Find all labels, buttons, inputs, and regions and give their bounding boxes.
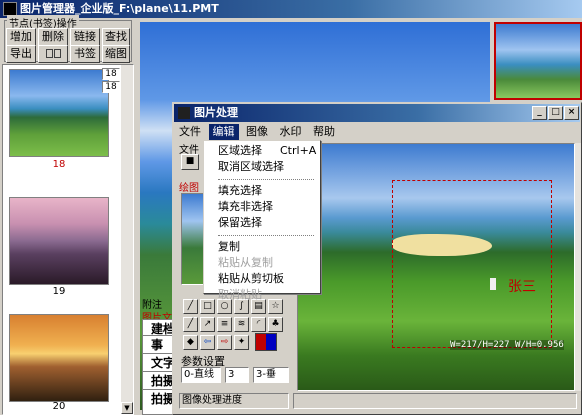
delete-button[interactable]: 删除 bbox=[38, 28, 68, 46]
thumbnail-18[interactable] bbox=[9, 69, 109, 157]
thumbnail-list[interactable]: 18 19 20 18 18 ▼ bbox=[2, 64, 134, 415]
menu-item-paste-copy: 粘贴从复制 bbox=[218, 256, 273, 269]
preview-image bbox=[494, 22, 582, 100]
shortcut: Ctrl+A bbox=[280, 144, 317, 157]
status-bar: 图像处理进度 bbox=[179, 393, 289, 409]
spin-value-2[interactable]: 18 bbox=[102, 81, 120, 93]
box-icon bbox=[53, 49, 61, 58]
wand-tool-icon[interactable]: ✦ bbox=[234, 335, 249, 350]
menu-item-paste-clipboard[interactable]: 粘贴从剪切板 bbox=[204, 271, 320, 287]
progress-bar bbox=[293, 393, 577, 409]
main-title: 图片管理器_企业版_F:\plane\11.PMT bbox=[20, 2, 219, 15]
arc-tool-icon[interactable]: ◜ bbox=[251, 317, 266, 332]
app-icon bbox=[3, 2, 17, 16]
arrow-tool-icon[interactable]: ↗ bbox=[200, 317, 215, 332]
coords-readout: W=217/H=227 W/H=0.956 bbox=[450, 340, 564, 350]
forward-arrow-icon[interactable]: ⇨ bbox=[217, 335, 232, 350]
color-palette[interactable] bbox=[255, 333, 277, 351]
thumbnail-caption: 18 bbox=[52, 159, 66, 170]
main-title-bar: 图片管理器_企业版_F:\plane\11.PMT bbox=[0, 0, 582, 18]
scroll-down-icon[interactable]: ▼ bbox=[121, 402, 133, 414]
thumbnail-19[interactable] bbox=[9, 197, 109, 285]
align-select[interactable]: 3-垂 bbox=[253, 367, 289, 383]
menu-item-select-area[interactable]: 区域选择 Ctrl+A bbox=[204, 143, 320, 159]
minimize-icon[interactable]: _ bbox=[532, 106, 547, 120]
fill-tool-icon[interactable]: ◆ bbox=[183, 335, 198, 350]
progress-label: 图像处理进度 bbox=[182, 395, 242, 406]
watermark-text: 张三 bbox=[508, 279, 536, 295]
dialog-title-bar: 图片处理 _ □ × bbox=[174, 104, 580, 122]
edit-menu: 区域选择 Ctrl+A 取消区域选择 填充选择 填充非选择 保留选择 复制 粘贴从… bbox=[203, 140, 321, 301]
back-arrow-icon[interactable]: ⇦ bbox=[200, 335, 215, 350]
menu-file[interactable]: 文件 bbox=[175, 124, 205, 140]
save-icon[interactable]: ■ bbox=[181, 154, 199, 170]
line-type-value: 0-直线 bbox=[184, 369, 214, 380]
menu-help[interactable]: 帮助 bbox=[309, 124, 339, 140]
note-tab[interactable]: 附注 bbox=[142, 296, 164, 311]
menu-image[interactable]: 图像 bbox=[242, 124, 272, 140]
menu-separator bbox=[204, 175, 320, 183]
dialog-title: 图片处理 bbox=[194, 106, 238, 119]
dialog-menubar: 文件 编辑 图像 水印 帮助 bbox=[175, 124, 339, 140]
align-value: 3-垂 bbox=[256, 369, 276, 380]
menu-separator bbox=[204, 231, 320, 239]
menu-item-cancel-paste: 取消粘贴 bbox=[218, 288, 262, 301]
width-select[interactable]: 3 bbox=[225, 367, 249, 383]
menu-watermark[interactable]: 水印 bbox=[276, 124, 306, 140]
stamp-tool-icon[interactable]: ♣ bbox=[268, 317, 283, 332]
image-canvas[interactable]: 张三 W=217/H=227 W/H=0.956 bbox=[297, 143, 575, 391]
draw-group-label: 绘图 bbox=[179, 183, 199, 194]
golfer-figure bbox=[490, 278, 496, 290]
menu-edit[interactable]: 编辑 bbox=[208, 124, 239, 140]
pen-tool-icon[interactable]: ╱ bbox=[183, 317, 198, 332]
brush-tool-icon[interactable]: ≋ bbox=[234, 317, 249, 332]
link-button[interactable]: 链接 bbox=[70, 28, 100, 46]
selection-box[interactable] bbox=[392, 180, 552, 348]
spin-value-1[interactable]: 18 bbox=[102, 68, 120, 80]
thumbnail-caption: 19 bbox=[52, 286, 66, 297]
toggle-button[interactable] bbox=[38, 45, 68, 63]
canvas-scrollbar[interactable] bbox=[575, 143, 581, 391]
thumbnail-scrollbar[interactable] bbox=[121, 65, 133, 414]
thumbnail-caption: 20 bbox=[52, 401, 66, 412]
line-tool-icon[interactable]: ╱ bbox=[183, 299, 198, 314]
find-button[interactable]: 查找 bbox=[102, 28, 130, 46]
close-icon[interactable]: × bbox=[564, 106, 579, 120]
line-type-select[interactable]: 0-直线 bbox=[181, 367, 221, 383]
menu-item-keep-select[interactable]: 保留选择 bbox=[204, 215, 320, 231]
hatch-tool-icon[interactable]: ≡ bbox=[217, 317, 232, 332]
thumbnail-20[interactable] bbox=[9, 314, 109, 402]
add-button[interactable]: 增加 bbox=[6, 28, 36, 46]
bookmark-button[interactable]: 书签 bbox=[70, 45, 100, 63]
menu-item-copy[interactable]: 复制 bbox=[204, 239, 320, 255]
menu-item-fill-select[interactable]: 填充选择 bbox=[204, 183, 320, 199]
image-process-dialog: 图片处理 _ □ × 文件 编辑 图像 水印 帮助 文件 ■ 绘图 ╱ □ ○ … bbox=[172, 102, 582, 415]
maximize-icon[interactable]: □ bbox=[548, 106, 563, 120]
thumbnail-button[interactable]: 缩图 bbox=[102, 45, 130, 63]
menu-item-cancel-area[interactable]: 取消区域选择 bbox=[204, 159, 320, 175]
width-value: 3 bbox=[228, 369, 235, 380]
dialog-app-icon bbox=[178, 107, 190, 119]
export-button[interactable]: 导出 bbox=[6, 45, 36, 63]
box-icon bbox=[45, 49, 53, 58]
menu-item-fill-nonselect[interactable]: 填充非选择 bbox=[204, 199, 320, 215]
